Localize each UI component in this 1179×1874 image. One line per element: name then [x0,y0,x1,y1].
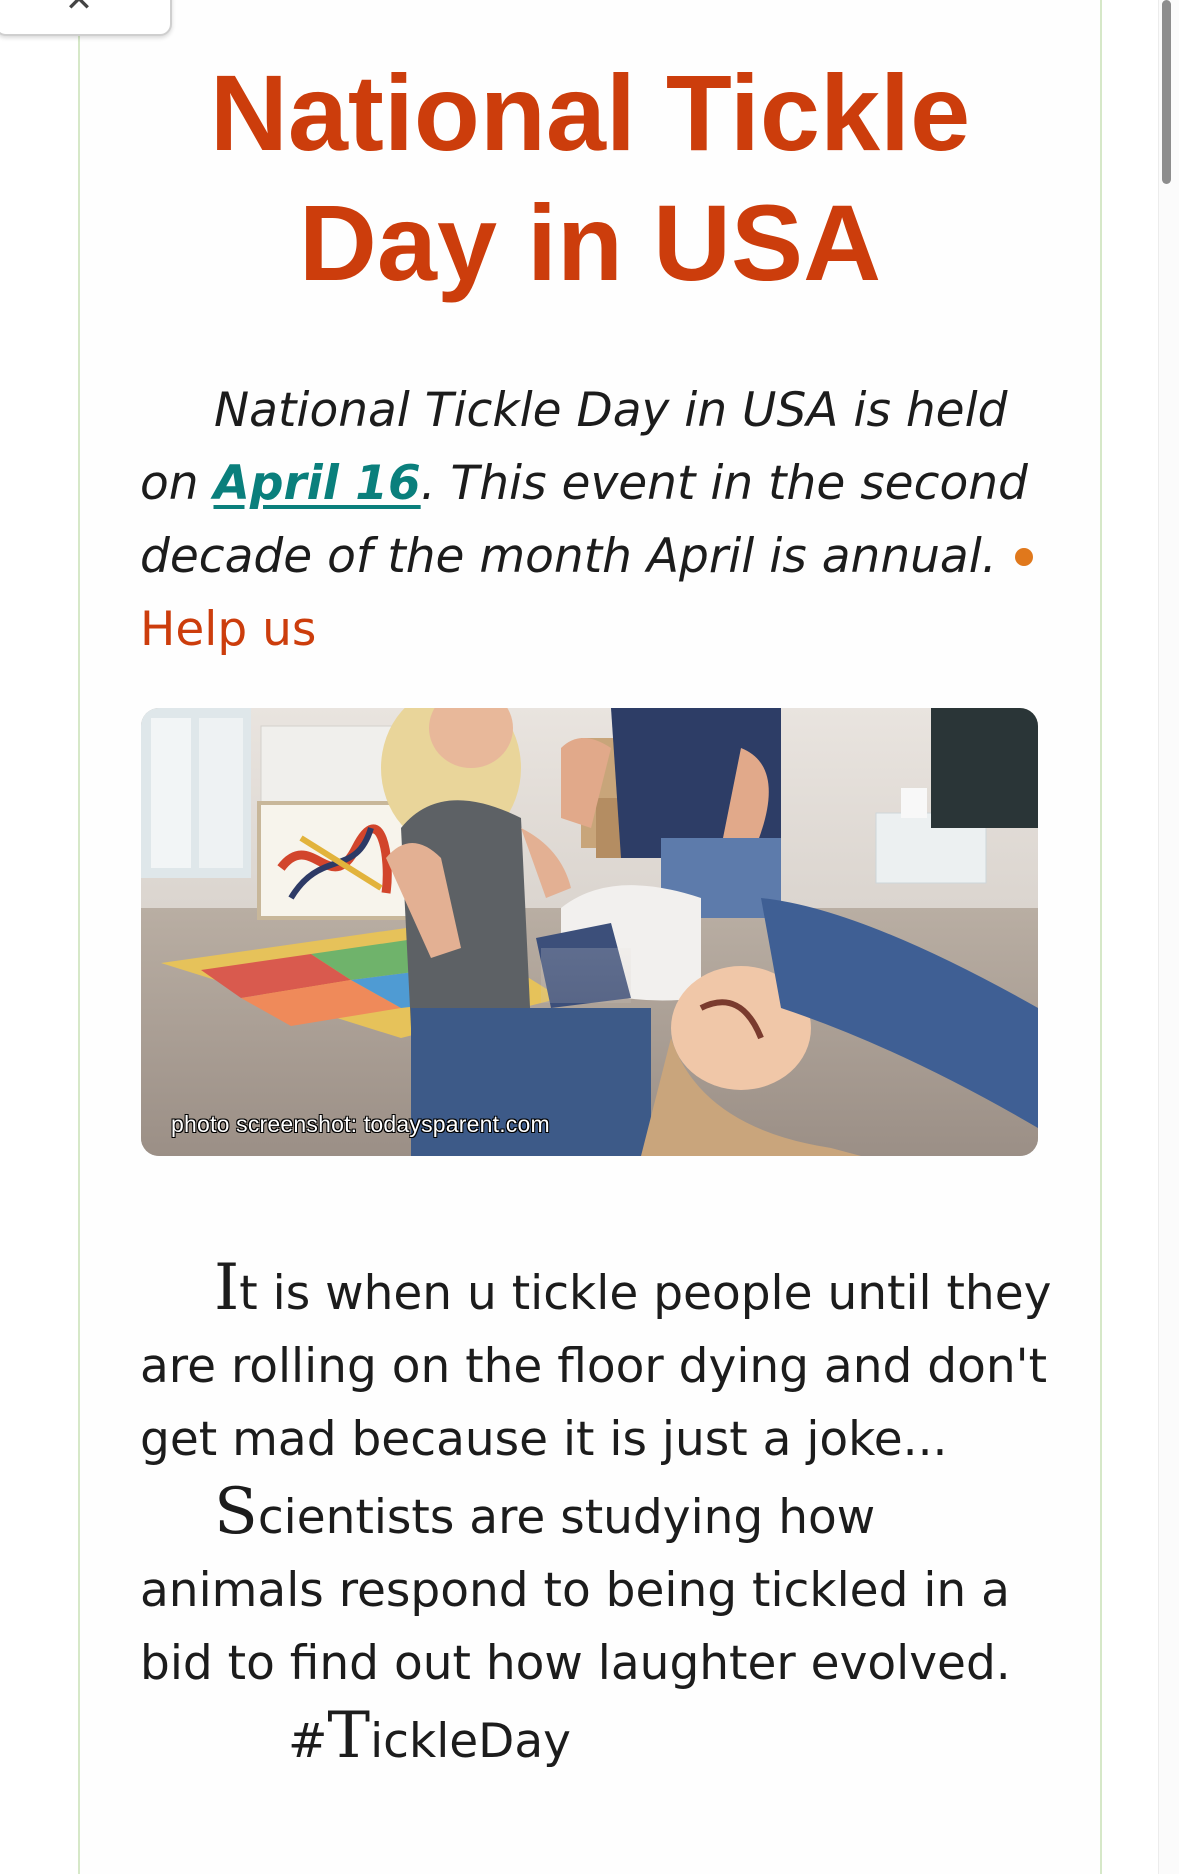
paragraph-2: Scientists are studying how animals resp… [140,1476,1060,1700]
photo-caption: photo screenshot: todaysparent.com [171,1111,550,1137]
hashtag-dropcap: T [327,1699,371,1773]
hashtag-text: ickleDay [370,1714,571,1769]
page: ✕ National Tickle Day in USA National Ti… [0,0,1179,1874]
hashtag-prefix: # [288,1714,328,1769]
date-link[interactable]: April 16 [213,456,420,511]
paragraph-2-text: cientists are studying how animals respo… [140,1490,1011,1691]
paragraph-1-text: t is when u tickle people until they are… [140,1266,1052,1467]
close-tab[interactable]: ✕ [0,0,172,36]
page-title: National Tickle Day in USA [209,52,971,303]
bullet-dot-icon [1014,547,1033,566]
photo-illustration [141,708,1038,1156]
help-us-link[interactable]: Help us [140,602,316,657]
dropcap-2: S [214,1475,258,1549]
close-icon[interactable]: ✕ [56,0,102,10]
article-body: It is when u tickle people until they ar… [140,1252,1060,1778]
paragraph-1: It is when u tickle people until they ar… [140,1252,1060,1476]
event-photo: photo screenshot: todaysparent.com [141,708,1038,1156]
hashtag[interactable]: #TickleDay [140,1700,1060,1778]
scrollbar-thumb[interactable] [1162,0,1171,184]
intro-paragraph: National Tickle Day in USA is held on Ap… [140,374,1060,666]
dropcap-1: I [214,1251,240,1325]
scrollbar-track[interactable] [1158,0,1179,1874]
